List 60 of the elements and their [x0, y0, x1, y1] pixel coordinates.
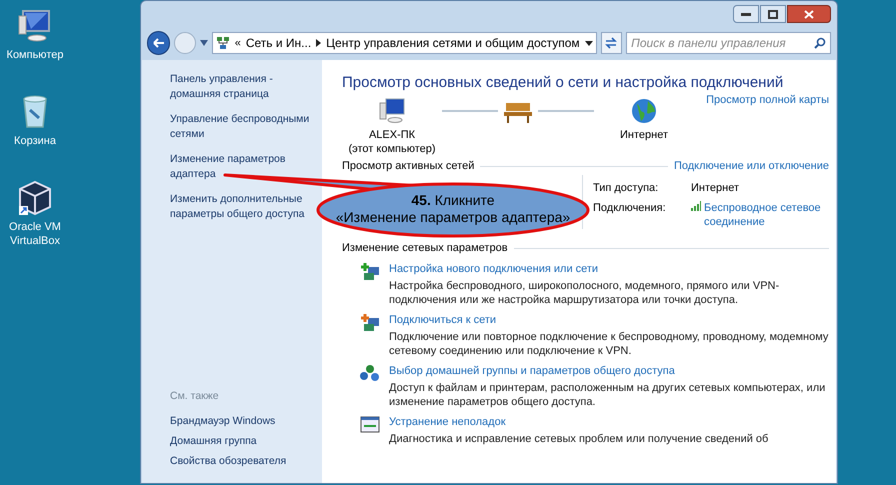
- back-button[interactable]: [147, 31, 170, 55]
- maximize-button[interactable]: [760, 5, 786, 23]
- task-link[interactable]: Подключиться к сети: [389, 313, 829, 327]
- breadcrumb[interactable]: Центр управления сетями и общим доступом: [326, 34, 580, 52]
- link[interactable]: Просмотр полной карты: [706, 93, 829, 107]
- desktop-icon-label[interactable]: Компьютер: [3, 48, 67, 62]
- map-label: (этот компьютер): [348, 142, 436, 156]
- link[interactable]: Беспроводное сетевое соединение: [704, 201, 829, 229]
- task-description: Настройка беспроводного, широкополосного, модемного, прямого или VPN-подключения или же настройка маршрутизатора или точки доступа.: [389, 279, 780, 307]
- network-plus-icon: [360, 262, 380, 282]
- sidebar-link[interactable]: Брандмауэр Windows: [170, 414, 318, 429]
- network-plus-icon: [360, 313, 380, 333]
- page-title: Просмотр основных сведений о сети и настройка подключений: [342, 74, 784, 92]
- breadcrumb[interactable]: Сеть и Ин...: [246, 34, 312, 52]
- search-icon: [814, 37, 826, 49]
- dropdown-caret-icon[interactable]: [584, 40, 593, 46]
- section-label: См. также: [170, 389, 220, 404]
- field-label: Подключения:: [593, 201, 667, 216]
- task-link[interactable]: Выбор домашней группы и параметров общего доступа: [389, 364, 829, 378]
- task-description: Диагностика и исправление сетевых проблем или получение сведений об: [389, 432, 770, 446]
- signal-bars-icon: [691, 201, 701, 211]
- window-icon: [360, 415, 380, 435]
- search-field[interactable]: Поиск в панели управления: [626, 32, 831, 54]
- minimize-icon: [741, 12, 751, 16]
- sidebar-link[interactable]: Панель управления - домашняя страница: [170, 72, 318, 102]
- close-icon: [804, 10, 814, 18]
- chevron-icon[interactable]: [316, 39, 322, 47]
- address-bar[interactable]: « Сеть и Ин... Центр управления сетями и общим доступом: [212, 32, 597, 54]
- chevron-icon: «: [234, 34, 241, 52]
- sidebar-link[interactable]: Изменение параметров адаптера: [170, 152, 318, 182]
- globe-icon[interactable]: [629, 97, 659, 125]
- people-icon: [360, 364, 380, 384]
- field-label: Тип доступа:: [593, 181, 660, 196]
- link[interactable]: Подключение или отключение: [674, 159, 829, 173]
- refresh-icon: [604, 37, 618, 49]
- maximize-icon: [768, 10, 778, 18]
- desktop-icon-label[interactable]: Корзина: [3, 134, 67, 148]
- cube-icon[interactable]: [17, 180, 53, 216]
- computer-icon[interactable]: [377, 97, 407, 125]
- close-button[interactable]: [787, 5, 831, 23]
- task-description: Подключение или повторное подключение к беспроводному, проводному, модемному сетевому соединению или подключение к VPN.: [389, 330, 829, 358]
- map-label: Интернет: [620, 128, 668, 142]
- sidebar-link[interactable]: Управление беспроводными сетями: [170, 112, 318, 142]
- desktop-icon-label[interactable]: Oracle VM VirtualBox: [3, 220, 67, 248]
- minimize-button[interactable]: [733, 5, 759, 23]
- task-link[interactable]: Устранение неполадок: [389, 415, 829, 429]
- field-value: Интернет: [691, 181, 740, 196]
- sidebar-link[interactable]: Свойства обозревателя: [170, 454, 318, 469]
- computer-icon[interactable]: [17, 8, 53, 44]
- left-arrow-icon: [152, 38, 165, 48]
- callout-text: 45. Кликните «Изменение параметров адаптера»: [334, 192, 572, 226]
- task-description: Доступ к файлам и принтерам, расположенным на других сетевых компьютерах, или изменение параметров общего доступа.: [389, 381, 826, 409]
- sidebar-link[interactable]: Изменить дополнительные параметры общего доступа: [170, 192, 318, 222]
- refresh-button[interactable]: [600, 32, 622, 54]
- task-link[interactable]: Настройка нового подключения или сети: [389, 262, 829, 276]
- network-icon: [216, 36, 230, 50]
- section-heading: Просмотр активных сетей: [342, 159, 474, 173]
- section-heading: Изменение сетевых параметров: [342, 241, 508, 255]
- sidebar-link[interactable]: Домашняя группа: [170, 434, 318, 449]
- map-label: ALEX-ПК: [368, 128, 416, 142]
